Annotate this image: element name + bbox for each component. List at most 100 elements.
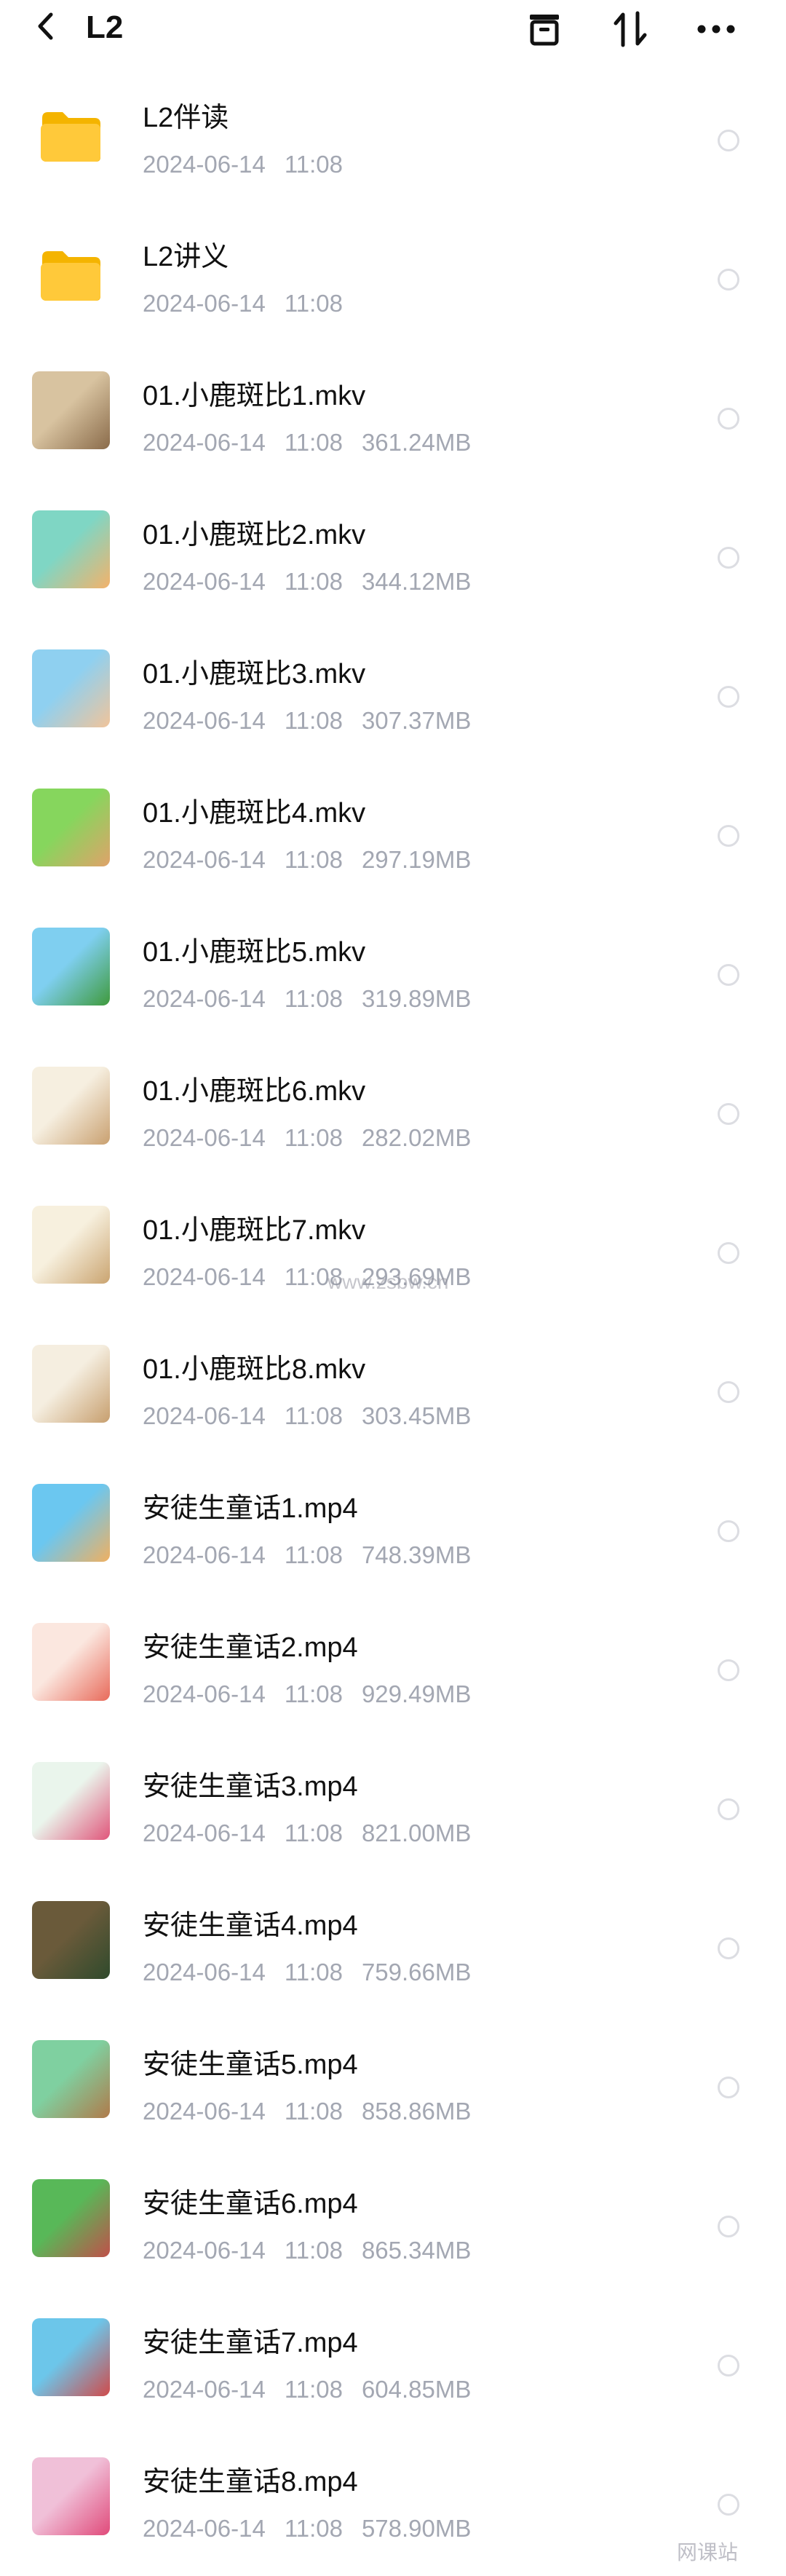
file-time: 11:08	[284, 1402, 343, 1429]
file-date: 2024-06-14	[143, 151, 266, 178]
archive-box-icon	[530, 15, 559, 46]
file-date: 2024-06-14	[143, 1263, 266, 1290]
file-row[interactable]: 安徒生童话3.mp4 2024-06-14 11:08 821.00MB	[0, 1742, 786, 1881]
folder-row[interactable]: L2伴读 2024-06-14 11:08	[0, 73, 786, 212]
file-row[interactable]: 安徒生童话5.mp4 2024-06-14 11:08 858.86MB	[0, 2020, 786, 2159]
file-time: 11:08	[284, 2376, 343, 2403]
file-row[interactable]: 01.小鹿斑比3.mkv 2024-06-14 11:08 307.37MB	[0, 629, 786, 768]
file-date: 2024-06-14	[143, 568, 266, 595]
file-name: 安徒生童话1.mp4	[143, 1493, 358, 1524]
file-row[interactable]: 01.小鹿斑比7.mkv 2024-06-14 11:08 293.69MB	[0, 1185, 786, 1324]
file-row[interactable]: 01.小鹿斑比4.mkv 2024-06-14 11:08 297.19MB	[0, 768, 786, 907]
file-row[interactable]: 01.小鹿斑比6.mkv 2024-06-14 11:08 282.02MB	[0, 1046, 786, 1185]
select-radio[interactable]	[718, 686, 739, 708]
file-size: 821.00MB	[361, 1820, 472, 1846]
chevron-left-icon	[38, 12, 53, 40]
file-size: 748.39MB	[361, 1541, 472, 1568]
file-time: 11:08	[284, 1959, 343, 1986]
file-time: 11:08	[284, 429, 343, 456]
file-row[interactable]: 01.小鹿斑比1.mkv 2024-06-14 11:08 361.24MB	[0, 351, 786, 490]
file-meta: 2024-06-14 11:08 361.24MB	[143, 428, 490, 457]
file-list: L2伴读 2024-06-14 11:08 L2讲义 2024-06-14 11:08 01…	[0, 73, 786, 2576]
select-radio[interactable]	[718, 408, 739, 430]
select-radio[interactable]	[718, 2494, 739, 2516]
video-thumbnail	[32, 1484, 110, 1562]
file-time: 11:08	[284, 151, 343, 178]
file-name: 安徒生童话2.mp4	[143, 1632, 358, 1663]
video-thumbnail	[32, 2040, 110, 2118]
file-date: 2024-06-14	[143, 1541, 266, 1568]
file-size: 929.49MB	[361, 1680, 472, 1707]
file-time: 11:08	[284, 1820, 343, 1846]
select-radio[interactable]	[718, 2355, 739, 2377]
file-meta: 2024-06-14 11:08 759.66MB	[143, 1958, 490, 1987]
file-row[interactable]: 01.小鹿斑比2.mkv 2024-06-14 11:08 344.12MB	[0, 490, 786, 629]
select-radio[interactable]	[718, 1798, 739, 1820]
file-name: 01.小鹿斑比1.mkv	[143, 381, 366, 411]
file-row[interactable]: 安徒生童话4.mp4 2024-06-14 11:08 759.66MB	[0, 1881, 786, 2020]
folder-icon	[41, 112, 100, 162]
file-size: 858.86MB	[361, 2098, 472, 2125]
file-name: 安徒生童话6.mp4	[143, 2189, 358, 2219]
back-button[interactable]	[31, 12, 60, 41]
file-row[interactable]: 安徒生童话2.mp4 2024-06-14 11:08 929.49MB	[0, 1603, 786, 1742]
page-title: L2	[86, 9, 124, 45]
video-thumbnail	[32, 1345, 110, 1423]
file-meta: 2024-06-14 11:08 604.85MB	[143, 2375, 490, 2404]
more-button[interactable]	[696, 9, 737, 50]
file-name: L2讲义	[143, 242, 229, 272]
select-radio[interactable]	[718, 1381, 739, 1403]
select-radio[interactable]	[718, 1659, 739, 1681]
file-row[interactable]: 安徒生童话7.mp4 2024-06-14 11:08 604.85MB	[0, 2298, 786, 2437]
file-size: 282.02MB	[361, 1124, 472, 1151]
file-time: 11:08	[284, 2515, 343, 2542]
file-time: 11:08	[284, 568, 343, 595]
file-meta: 2024-06-14 11:08 748.39MB	[143, 1541, 490, 1570]
file-date: 2024-06-14	[143, 2098, 266, 2125]
video-thumbnail	[32, 1206, 110, 1284]
file-meta: 2024-06-14 11:08 865.34MB	[143, 2236, 490, 2265]
video-thumbnail	[32, 2318, 110, 2396]
file-row[interactable]: 01.小鹿斑比5.mkv 2024-06-14 11:08 319.89MB	[0, 907, 786, 1046]
video-thumbnail	[32, 2179, 110, 2257]
file-meta: 2024-06-14 11:08 319.89MB	[143, 984, 490, 1014]
file-row[interactable]: 安徒生童话8.mp4 2024-06-14 11:08 578.90MB	[0, 2437, 786, 2576]
select-radio[interactable]	[718, 1520, 739, 1542]
video-thumbnail	[32, 1067, 110, 1145]
file-time: 11:08	[284, 707, 343, 734]
sort-button[interactable]	[610, 9, 651, 50]
archive-button[interactable]	[524, 9, 565, 50]
file-time: 11:08	[284, 2237, 343, 2264]
file-row[interactable]: 安徒生童话1.mp4 2024-06-14 11:08 748.39MB	[0, 1463, 786, 1603]
select-radio[interactable]	[718, 269, 739, 291]
select-radio[interactable]	[718, 547, 739, 569]
select-radio[interactable]	[718, 1937, 739, 1959]
file-size: 759.66MB	[361, 1959, 472, 1986]
select-radio[interactable]	[718, 130, 739, 151]
file-name: 01.小鹿斑比7.mkv	[143, 1215, 366, 1246]
file-date: 2024-06-14	[143, 707, 266, 734]
file-size: 865.34MB	[361, 2237, 472, 2264]
folder-row[interactable]: L2讲义 2024-06-14 11:08	[0, 212, 786, 351]
file-date: 2024-06-14	[143, 1124, 266, 1151]
file-row[interactable]: 01.小鹿斑比8.mkv 2024-06-14 11:08 303.45MB	[0, 1324, 786, 1463]
file-time: 11:08	[284, 846, 343, 873]
file-date: 2024-06-14	[143, 1820, 266, 1846]
select-radio[interactable]	[718, 964, 739, 986]
select-radio[interactable]	[718, 1103, 739, 1125]
select-radio[interactable]	[718, 2077, 739, 2098]
file-size: 319.89MB	[361, 985, 472, 1012]
file-date: 2024-06-14	[143, 2376, 266, 2403]
select-radio[interactable]	[718, 825, 739, 847]
select-radio[interactable]	[718, 1242, 739, 1264]
file-time: 11:08	[284, 1124, 343, 1151]
file-name: 安徒生童话3.mp4	[143, 1771, 358, 1802]
select-radio[interactable]	[718, 2216, 739, 2237]
file-meta: 2024-06-14 11:08 929.49MB	[143, 1680, 490, 1709]
file-name: 01.小鹿斑比8.mkv	[143, 1354, 366, 1385]
file-name: 安徒生童话5.mp4	[143, 2050, 358, 2080]
file-row[interactable]: 安徒生童话6.mp4 2024-06-14 11:08 865.34MB	[0, 2159, 786, 2298]
video-thumbnail	[32, 789, 110, 866]
file-date: 2024-06-14	[143, 1959, 266, 1986]
video-thumbnail	[32, 1623, 110, 1701]
